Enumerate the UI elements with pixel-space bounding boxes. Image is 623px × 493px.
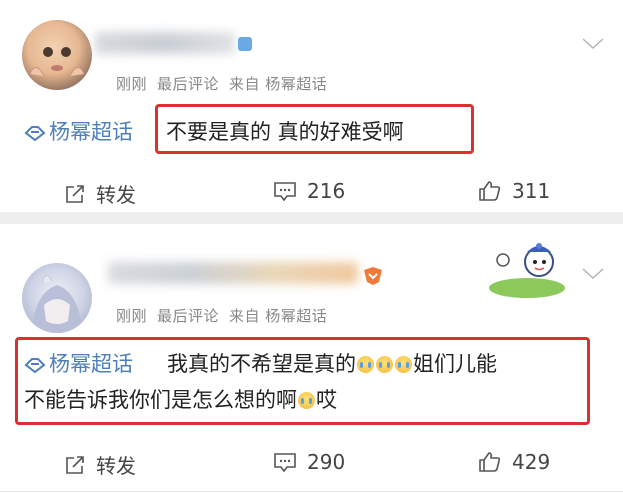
comment-meta: 刚刚 最后评论 来自 杨幂超话 (116, 73, 337, 94)
avatar-anime-image (32, 275, 82, 333)
comment-meta: 刚刚 最后评论 来自 杨幂超话 (116, 305, 337, 326)
like-count: 429 (512, 450, 551, 474)
supertopic-label: 杨幂超话 (49, 120, 133, 144)
supertopic-link[interactable]: 杨幂超话 (24, 348, 133, 378)
like-icon (479, 181, 501, 201)
repost-label: 转发 (96, 454, 136, 478)
comment-source: 来自 杨幂超话 (229, 307, 328, 325)
crying-emoji-icon (395, 356, 412, 373)
comment-time: 刚刚 (116, 75, 148, 93)
repost-button[interactable]: 转发 (64, 450, 136, 479)
member-badge-icon (238, 37, 252, 51)
comment-text-part: 我真的不希望是真的 (167, 352, 356, 376)
like-icon (479, 452, 501, 472)
supertopic-label: 杨幂超话 (49, 352, 133, 376)
weibo-comment-card: 刚刚 最后评论 来自 杨幂超话 杨幂超话 不要是真的 真的好难受啊 转发 216 3… (0, 0, 623, 212)
comment-icon (274, 182, 296, 202)
username-blurred[interactable] (95, 32, 235, 54)
comment-text-part: 不能告诉我你们是怎么想的啊 (24, 388, 297, 412)
weibo-comment-card: 刚刚 最后评论 来自 杨幂超话 杨幂超话 我真的不希望是真的 姐们儿能 不能告诉我你们… (0, 224, 623, 493)
like-count: 311 (512, 179, 551, 203)
repost-button[interactable]: 转发 (64, 179, 136, 208)
crying-emoji-icon (298, 392, 315, 409)
supertopic-icon (24, 358, 46, 373)
bottom-divider (0, 491, 623, 492)
comment-sort: 最后评论 (157, 307, 220, 325)
comment-text-part: 姐们儿能 (413, 352, 497, 376)
dropdown-chevron-icon[interactable] (582, 38, 604, 50)
avatar[interactable] (22, 20, 92, 90)
comment-text-part: 哎 (316, 388, 337, 412)
crying-emoji-icon (376, 356, 393, 373)
comment-button[interactable]: 290 (273, 450, 345, 474)
comment-icon (274, 453, 296, 473)
supertopic-link[interactable]: 杨幂超话 (24, 116, 133, 146)
cartoon-sticker-image (489, 243, 565, 298)
comment-text-line2: 不能告诉我你们是怎么想的啊哎 (24, 384, 337, 414)
username-blurred[interactable] (108, 262, 358, 284)
comment-count: 216 (307, 179, 346, 203)
rank-badge-icon (364, 267, 382, 285)
comment-count: 290 (307, 450, 346, 474)
repost-label: 转发 (96, 183, 136, 207)
like-button[interactable]: 429 (478, 450, 550, 474)
comment-text-line1: 我真的不希望是真的 姐们儿能 (167, 348, 497, 378)
crying-emoji-icon (357, 356, 374, 373)
comment-sort: 最后评论 (157, 75, 220, 93)
card-divider (0, 212, 623, 224)
avatar-child-face-image (29, 47, 85, 77)
comment-text: 不要是真的 真的好难受啊 (166, 116, 404, 146)
dropdown-chevron-icon[interactable] (582, 268, 604, 280)
like-button[interactable]: 311 (478, 179, 550, 203)
comment-button[interactable]: 216 (273, 179, 345, 203)
supertopic-icon (24, 126, 46, 141)
avatar[interactable] (22, 263, 92, 333)
comment-source: 来自 杨幂超话 (229, 75, 328, 93)
repost-icon (66, 184, 84, 203)
comment-time: 刚刚 (116, 307, 148, 325)
repost-icon (66, 455, 84, 474)
comment-text-part: 不要是真的 真的好难受啊 (166, 120, 404, 144)
